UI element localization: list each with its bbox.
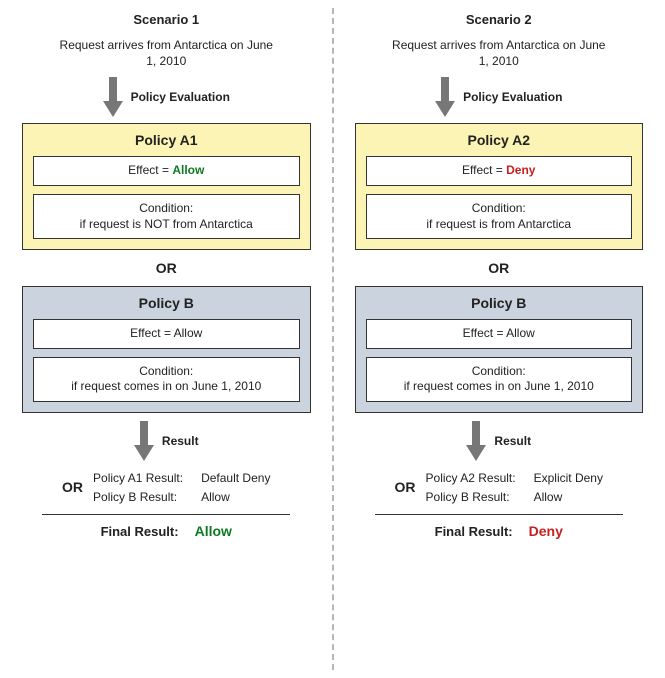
policy-b1-result-value: Allow [201, 490, 270, 504]
scenario-2-eval-label: Policy Evaluation [463, 90, 562, 104]
diagram-root: Scenario 1 Request arrives from Antarcti… [0, 0, 665, 678]
policy-b1-condition: Condition: if request comes in on June 1… [33, 357, 300, 402]
policy-b2-result-value: Allow [534, 490, 603, 504]
arrow-down-icon [134, 421, 154, 461]
policy-b2-effect: Effect = Allow [366, 319, 633, 349]
scenario-2-final-label: Final Result: [435, 524, 513, 539]
policy-a2-condition: Condition: if request is from Antarctica [366, 194, 633, 239]
scenario-2-final: Final Result: Deny [435, 523, 563, 539]
arrow-down-icon [466, 421, 486, 461]
policy-b2-effect-prefix: Effect = [463, 326, 506, 340]
scenario-1-request: Request arrives from Antarctica on June … [56, 37, 276, 69]
scenario-2-column: Scenario 2 Request arrives from Antarcti… [333, 0, 665, 678]
policy-a2-effect: Effect = Deny [366, 156, 633, 186]
scenario-1-result-arrow: Result [134, 421, 199, 461]
scenario-2-final-value: Deny [529, 523, 563, 539]
policy-b1-effect-value: Allow [174, 326, 203, 340]
scenario-2-hr [375, 514, 623, 515]
scenario-1-final-value: Allow [195, 523, 232, 539]
scenario-1-eval-arrow: Policy Evaluation [103, 77, 230, 117]
policy-b1-box: Policy B Effect = Allow Condition: if re… [22, 286, 311, 413]
policy-b1-title: Policy B [139, 295, 194, 311]
scenario-1-or: OR [156, 260, 177, 276]
vertical-divider [332, 8, 334, 670]
scenario-2-results-or: OR [395, 479, 416, 495]
policy-b1-effect-prefix: Effect = [130, 326, 173, 340]
scenario-1-final: Final Result: Allow [101, 523, 232, 539]
policy-b1-effect: Effect = Allow [33, 319, 300, 349]
policy-a1-condition: Condition: if request is NOT from Antarc… [33, 194, 300, 239]
scenario-2-result-label: Result [494, 434, 531, 448]
scenario-2-results: OR Policy A2 Result: Explicit Deny Polic… [355, 471, 644, 539]
arrow-down-icon [435, 77, 455, 117]
policy-a2-result-value: Explicit Deny [534, 471, 603, 485]
scenario-1-final-label: Final Result: [101, 524, 179, 539]
scenario-1-hr [42, 514, 290, 515]
policy-a1-effect-value: Allow [172, 163, 204, 177]
policy-a1-title: Policy A1 [135, 132, 198, 148]
policy-b1-result-label: Policy B Result: [93, 490, 183, 504]
scenario-1-column: Scenario 1 Request arrives from Antarcti… [0, 0, 333, 678]
scenario-1-result-label: Result [162, 434, 199, 448]
scenario-1-results-or: OR [62, 479, 83, 495]
policy-b2-box: Policy B Effect = Allow Condition: if re… [355, 286, 644, 413]
policy-a1-effect: Effect = Allow [33, 156, 300, 186]
policy-b2-result-label: Policy B Result: [426, 490, 516, 504]
policy-b2-condition: Condition: if request comes in on June 1… [366, 357, 633, 402]
scenario-2-request: Request arrives from Antarctica on June … [389, 37, 609, 69]
scenario-1-result-lines: OR Policy A1 Result: Default Deny Policy… [62, 471, 270, 504]
scenario-1-results-table: Policy A1 Result: Default Deny Policy B … [93, 471, 270, 504]
scenario-2-title: Scenario 2 [466, 12, 532, 27]
scenario-2-eval-arrow: Policy Evaluation [435, 77, 562, 117]
policy-a2-result-label: Policy A2 Result: [426, 471, 516, 485]
scenario-2-or: OR [488, 260, 509, 276]
policy-a1-box: Policy A1 Effect = Allow Condition: if r… [22, 123, 311, 250]
scenario-1-title: Scenario 1 [133, 12, 199, 27]
scenario-2-results-table: Policy A2 Result: Explicit Deny Policy B… [426, 471, 603, 504]
policy-a2-effect-prefix: Effect = [462, 163, 506, 177]
policy-a2-title: Policy A2 [467, 132, 530, 148]
policy-a2-effect-value: Deny [506, 163, 535, 177]
scenario-1-results: OR Policy A1 Result: Default Deny Policy… [22, 471, 311, 539]
scenario-2-result-arrow: Result [466, 421, 531, 461]
scenario-1-eval-label: Policy Evaluation [131, 90, 230, 104]
policy-a1-result-label: Policy A1 Result: [93, 471, 183, 485]
scenario-2-result-lines: OR Policy A2 Result: Explicit Deny Polic… [395, 471, 603, 504]
policy-a2-box: Policy A2 Effect = Deny Condition: if re… [355, 123, 644, 250]
policy-b2-effect-value: Allow [506, 326, 535, 340]
policy-a1-effect-prefix: Effect = [128, 163, 172, 177]
arrow-down-icon [103, 77, 123, 117]
policy-a1-result-value: Default Deny [201, 471, 270, 485]
policy-b2-title: Policy B [471, 295, 526, 311]
